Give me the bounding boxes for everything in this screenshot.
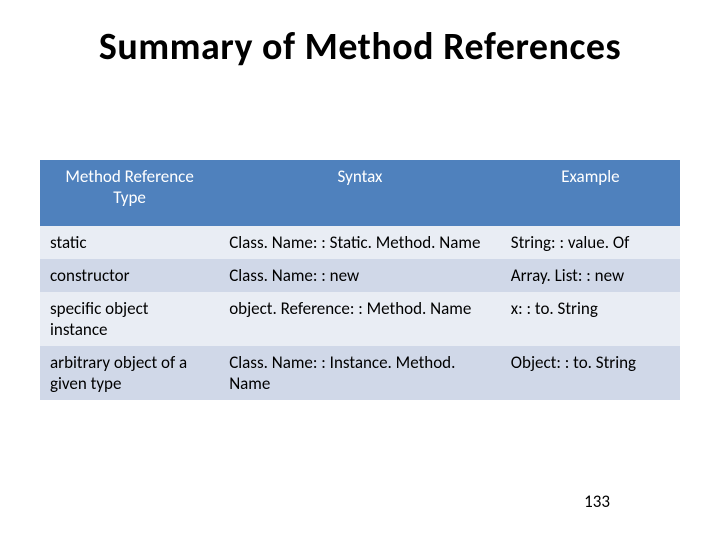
table-header-row: Method Reference Type Syntax Example <box>40 160 680 226</box>
method-reference-table: Method Reference Type Syntax Example sta… <box>40 160 680 400</box>
cell-type: arbitrary object of a given type <box>40 346 219 400</box>
cell-example: Object: : to. String <box>501 346 680 400</box>
table-row: specific object instance object. Referen… <box>40 292 680 346</box>
cell-type: specific object instance <box>40 292 219 346</box>
table-row: constructor Class. Name: : new Array. Li… <box>40 259 680 292</box>
cell-syntax: Class. Name: : Static. Method. Name <box>219 226 501 259</box>
cell-syntax: Class. Name: : new <box>219 259 501 292</box>
slide: Summary of Method References Method Refe… <box>0 0 720 540</box>
cell-example: Array. List: : new <box>501 259 680 292</box>
header-type: Method Reference Type <box>40 160 219 226</box>
cell-syntax: Class. Name: : Instance. Method. Name <box>219 346 501 400</box>
cell-example: x: : to. String <box>501 292 680 346</box>
cell-type: static <box>40 226 219 259</box>
table-row: arbitrary object of a given type Class. … <box>40 346 680 400</box>
cell-type: constructor <box>40 259 219 292</box>
page-number: 133 <box>584 491 610 512</box>
cell-example: String: : value. Of <box>501 226 680 259</box>
page-title: Summary of Method References <box>20 24 700 70</box>
header-example: Example <box>501 160 680 226</box>
header-syntax: Syntax <box>219 160 501 226</box>
cell-syntax: object. Reference: : Method. Name <box>219 292 501 346</box>
table-row: static Class. Name: : Static. Method. Na… <box>40 226 680 259</box>
